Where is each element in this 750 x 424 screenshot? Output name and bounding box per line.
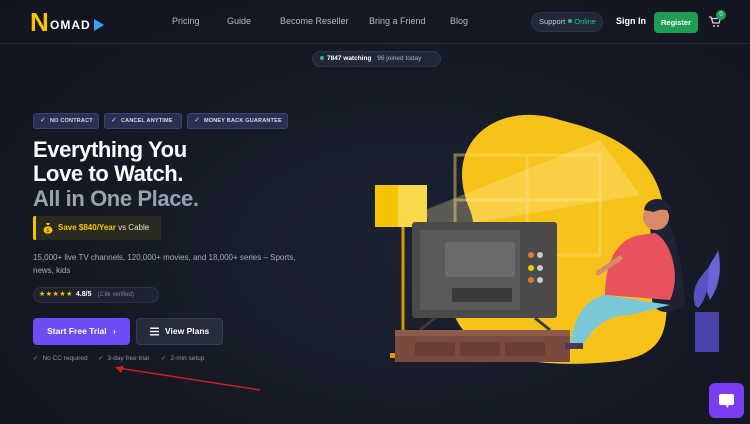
start-free-trial-button[interactable]: Start Free Trial › (33, 318, 130, 345)
rating-stars-icon: ★★★★★ (39, 291, 73, 298)
top-navigation: N OMAD Pricing Guide Become Reseller Bri… (0, 0, 750, 44)
nav-link-blog[interactable]: Blog (450, 16, 468, 26)
badge-label: MONEY BACK GUARANTEE (204, 118, 282, 124)
register-button[interactable]: Register (654, 12, 698, 33)
perk-no-cc: ✓ No CC required (33, 354, 88, 362)
money-bag-icon: $ (43, 222, 53, 234)
perk-label: No CC required (42, 355, 88, 362)
support-button[interactable]: Support Online (531, 12, 603, 32)
savings-callout: $ Save $840/Year vs Cable (33, 216, 161, 240)
live-dot-icon (320, 56, 324, 61)
logo-text: OMAD (50, 18, 91, 32)
check-icon: ✓ (111, 117, 118, 124)
live-stats-pill: 7847 watching · 96 joined today (312, 51, 441, 67)
savings-compare: vs Cable (118, 223, 150, 232)
view-plans-label: View Plans (165, 326, 210, 336)
logo[interactable]: N OMAD (30, 8, 110, 36)
cart-count-badge: 0 (716, 10, 726, 20)
logo-initial: N (30, 7, 49, 37)
savings-amount: Save $840/Year (58, 223, 116, 232)
television-icon (412, 222, 557, 332)
svg-text:$: $ (46, 228, 49, 234)
hero-title-line-1: Everything You (33, 137, 187, 162)
badge-label: NO CONTRACT (50, 118, 93, 124)
chat-bubble-icon (719, 394, 734, 408)
nav-link-guide[interactable]: Guide (227, 16, 251, 26)
sign-in-link[interactable]: Sign In (616, 16, 646, 26)
check-icon: ✓ (161, 355, 167, 362)
check-icon: ✓ (98, 355, 104, 362)
hero-title-line-2: Love to Watch. (33, 161, 184, 186)
check-icon: ✓ (33, 355, 39, 362)
support-label: Support (539, 17, 566, 26)
annotation-arrow-icon (115, 366, 261, 391)
check-icon: ✓ (40, 117, 47, 124)
nav-link-pricing[interactable]: Pricing (172, 16, 200, 26)
chat-widget-button[interactable] (709, 383, 744, 418)
nav-link-bring-friend[interactable]: Bring a Friend (369, 16, 426, 26)
perk-free-trial: ✓ 3-day free trial (98, 354, 149, 362)
check-icon: ✓ (194, 117, 201, 124)
tv-stand-icon (395, 330, 570, 362)
chevron-right-icon: › (113, 326, 116, 336)
perk-label: 2-min setup (170, 355, 205, 362)
hero-description: 15,000+ live TV channels, 120,000+ movie… (33, 253, 296, 275)
plant-icon (693, 250, 720, 352)
rating-score: 4.8/5 (75, 291, 92, 298)
rating-pill: ★★★★★ 4.8/5 (2.8k verified) (33, 287, 159, 303)
online-dot-icon (568, 19, 573, 23)
hero-title-line-3: All in One Place. (33, 186, 199, 211)
badge-cancel-anytime: ✓ CANCEL ANYTIME (104, 113, 182, 129)
hero-illustration (375, 114, 720, 364)
badge-no-contract: ✓ NO CONTRACT (33, 113, 99, 129)
nav-link-reseller[interactable]: Become Reseller (280, 16, 349, 26)
badge-money-back: ✓ MONEY BACK GUARANTEE (187, 113, 288, 129)
joined-count: 96 joined today (377, 55, 422, 62)
watching-count: 7847 watching (327, 55, 372, 62)
start-trial-label: Start Free Trial (47, 326, 107, 336)
rating-verified: (2.8k verified) (97, 292, 134, 298)
list-icon (150, 327, 159, 336)
view-plans-button[interactable]: View Plans (136, 318, 223, 345)
badge-label: CANCEL ANYTIME (121, 118, 173, 124)
support-status: Online (574, 17, 596, 26)
perk-label: 3-day free trial (107, 355, 149, 362)
perk-setup: ✓ 2-min setup (161, 354, 204, 362)
logo-play-icon (94, 19, 104, 31)
